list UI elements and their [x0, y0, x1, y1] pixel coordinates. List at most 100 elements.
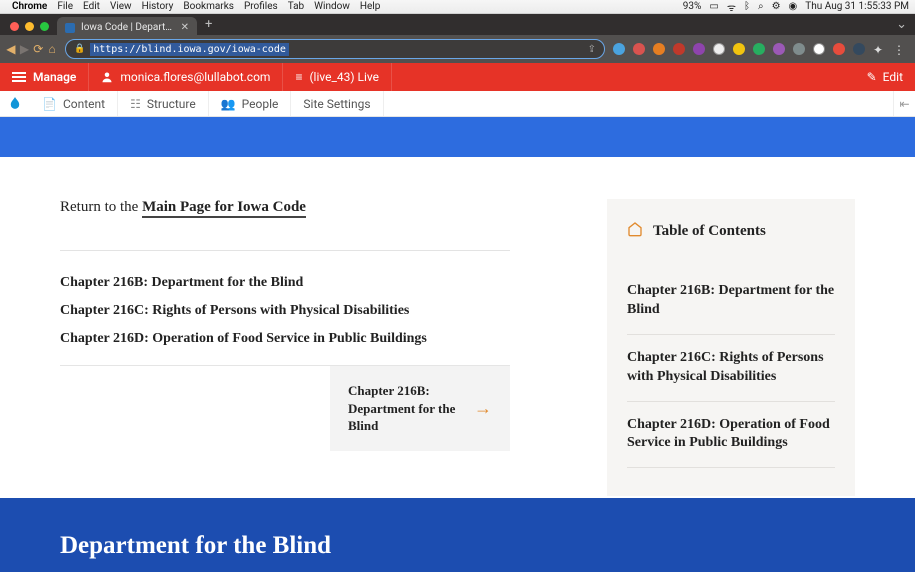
menubar-clock[interactable]: Thu Aug 31 1:55:33 PM	[805, 1, 909, 12]
extension-icon[interactable]	[673, 43, 685, 55]
site-footer: Department for the Blind	[0, 498, 915, 572]
chapter-link[interactable]: Chapter 216D: Operation of Food Service …	[60, 331, 510, 347]
macos-menubar: Chrome File Edit View History Bookmarks …	[0, 0, 915, 14]
drupal-logo-icon[interactable]	[0, 91, 30, 116]
menu-profiles[interactable]: Profiles	[244, 1, 278, 12]
extension-icon[interactable]	[633, 43, 645, 55]
spotlight-icon[interactable]: ⌕	[758, 1, 764, 12]
battery-status: 93%	[683, 1, 702, 12]
extension-icon[interactable]	[733, 43, 745, 55]
extension-icon[interactable]	[793, 43, 805, 55]
share-icon[interactable]: ⇪	[588, 44, 596, 55]
toolbar-people[interactable]: 👥 People	[209, 91, 292, 116]
manage-label: Manage	[33, 70, 76, 84]
extension-icon[interactable]	[753, 43, 765, 55]
forward-button: ▶	[20, 40, 30, 58]
control-center-icon[interactable]: ⚙	[772, 1, 781, 12]
wifi-icon[interactable]: ᯤ	[727, 0, 736, 14]
tab-close-icon[interactable]: ✕	[181, 22, 189, 33]
chapter-list: Chapter 216B: Department for the Blind C…	[60, 275, 510, 347]
return-prefix: Return to the	[60, 199, 142, 215]
menu-history[interactable]: History	[142, 1, 174, 12]
new-tab-button[interactable]: +	[197, 17, 220, 35]
extensions-area: ✦ ⋮	[613, 43, 905, 55]
arrow-right-icon: →	[474, 398, 492, 419]
toolbar-settings[interactable]: Site Settings	[291, 91, 383, 116]
tab-favicon-icon	[65, 23, 75, 33]
extension-icon[interactable]	[693, 43, 705, 55]
toolbar-orientation-toggle[interactable]: ⇤	[893, 91, 915, 116]
extensions-puzzle-icon[interactable]: ✦	[873, 43, 885, 55]
maximize-window-icon[interactable]	[40, 22, 49, 31]
pencil-icon: ✎	[867, 70, 877, 84]
page-header-band	[0, 117, 915, 157]
edit-button[interactable]: ✎ Edit	[855, 70, 915, 84]
structure-icon: ☷	[130, 97, 141, 111]
extension-icon[interactable]	[653, 43, 665, 55]
tab-overflow-icon[interactable]: ⌄	[888, 17, 915, 35]
back-button[interactable]: ◀	[6, 40, 16, 58]
reload-button[interactable]: ⟳	[33, 40, 43, 58]
address-bar[interactable]: 🔒 https://blind.iowa.gov/iowa-code ⇪	[65, 39, 605, 59]
people-icon: 👥	[221, 97, 236, 111]
return-link[interactable]: Main Page for Iowa Code	[142, 199, 306, 218]
environment-label: (live_43) Live	[309, 70, 379, 84]
menu-edit[interactable]: Edit	[83, 1, 100, 12]
minimize-window-icon[interactable]	[25, 22, 34, 31]
toc-item[interactable]: Chapter 216B: Department for the Blind	[627, 268, 835, 335]
menu-file[interactable]: File	[57, 1, 73, 12]
bluetooth-icon[interactable]: ᛒ	[744, 1, 750, 12]
admin-user-label: monica.flores@lullabot.com	[120, 70, 270, 84]
menubar-app[interactable]: Chrome	[12, 1, 47, 12]
battery-icon: ▭	[709, 1, 718, 12]
toc-title: Table of Contents	[653, 223, 766, 240]
chrome-toolbar: ◀ ▶ ⟳ ⌂ 🔒 https://blind.iowa.gov/iowa-co…	[0, 35, 915, 63]
tab-title: Iowa Code | Department for th...	[81, 22, 175, 33]
divider	[60, 250, 510, 251]
drupal-admin-bar: Manage monica.flores@lullabot.com ≡ (liv…	[0, 63, 915, 91]
home-icon	[627, 221, 643, 242]
environment-indicator[interactable]: ≡ (live_43) Live	[283, 63, 392, 91]
toolbar-content[interactable]: 📄 Content	[30, 91, 118, 116]
database-icon: ≡	[295, 70, 302, 84]
next-page-label: Chapter 216B: Department for the Blind	[348, 382, 462, 435]
extension-icon[interactable]	[853, 43, 865, 55]
siri-icon[interactable]: ◉	[789, 1, 798, 12]
extension-icon[interactable]	[813, 43, 825, 55]
chapter-link[interactable]: Chapter 216B: Department for the Blind	[60, 275, 510, 291]
menu-view[interactable]: View	[110, 1, 132, 12]
url-text[interactable]: https://blind.iowa.gov/iowa-code	[90, 43, 289, 56]
toc-header: Table of Contents	[627, 221, 835, 242]
window-controls	[4, 22, 57, 35]
menu-help[interactable]: Help	[360, 1, 380, 12]
toolbar-structure[interactable]: ☷ Structure	[118, 91, 209, 116]
toolbar-settings-label: Site Settings	[303, 97, 370, 111]
chrome-menu-icon[interactable]: ⋮	[893, 43, 905, 55]
menu-tab[interactable]: Tab	[288, 1, 304, 12]
drupal-toolbar: 📄 Content ☷ Structure 👥 People Site Sett…	[0, 91, 915, 117]
toc-item[interactable]: Chapter 216C: Rights of Persons with Phy…	[627, 335, 835, 402]
home-button[interactable]: ⌂	[47, 40, 57, 58]
admin-user[interactable]: monica.flores@lullabot.com	[89, 63, 283, 91]
toc-sidebar: Table of Contents Chapter 216B: Departme…	[607, 199, 855, 496]
hamburger-icon	[12, 72, 26, 82]
profile-avatar-icon[interactable]	[713, 43, 725, 55]
main-column: Return to the Main Page for Iowa Code Ch…	[60, 199, 510, 496]
toc-item[interactable]: Chapter 216D: Operation of Food Service …	[627, 402, 835, 469]
close-window-icon[interactable]	[10, 22, 19, 31]
next-page-box[interactable]: Chapter 216B: Department for the Blind →	[330, 366, 510, 451]
extension-icon[interactable]	[773, 43, 785, 55]
chrome-tabstrip: Iowa Code | Department for th... ✕ + ⌄	[0, 14, 915, 35]
chapter-link[interactable]: Chapter 216C: Rights of Persons with Phy…	[60, 303, 510, 319]
menu-window[interactable]: Window	[314, 1, 350, 12]
toolbar-structure-label: Structure	[147, 97, 196, 111]
extension-icon[interactable]	[833, 43, 845, 55]
extension-icon[interactable]	[613, 43, 625, 55]
menu-bookmarks[interactable]: Bookmarks	[183, 1, 234, 12]
browser-tab[interactable]: Iowa Code | Department for th... ✕	[57, 17, 197, 35]
manage-button[interactable]: Manage	[0, 63, 89, 91]
toolbar-content-label: Content	[63, 97, 105, 111]
content-icon: 📄	[42, 97, 57, 111]
user-icon	[101, 71, 113, 83]
lock-icon[interactable]: 🔒	[74, 44, 85, 54]
